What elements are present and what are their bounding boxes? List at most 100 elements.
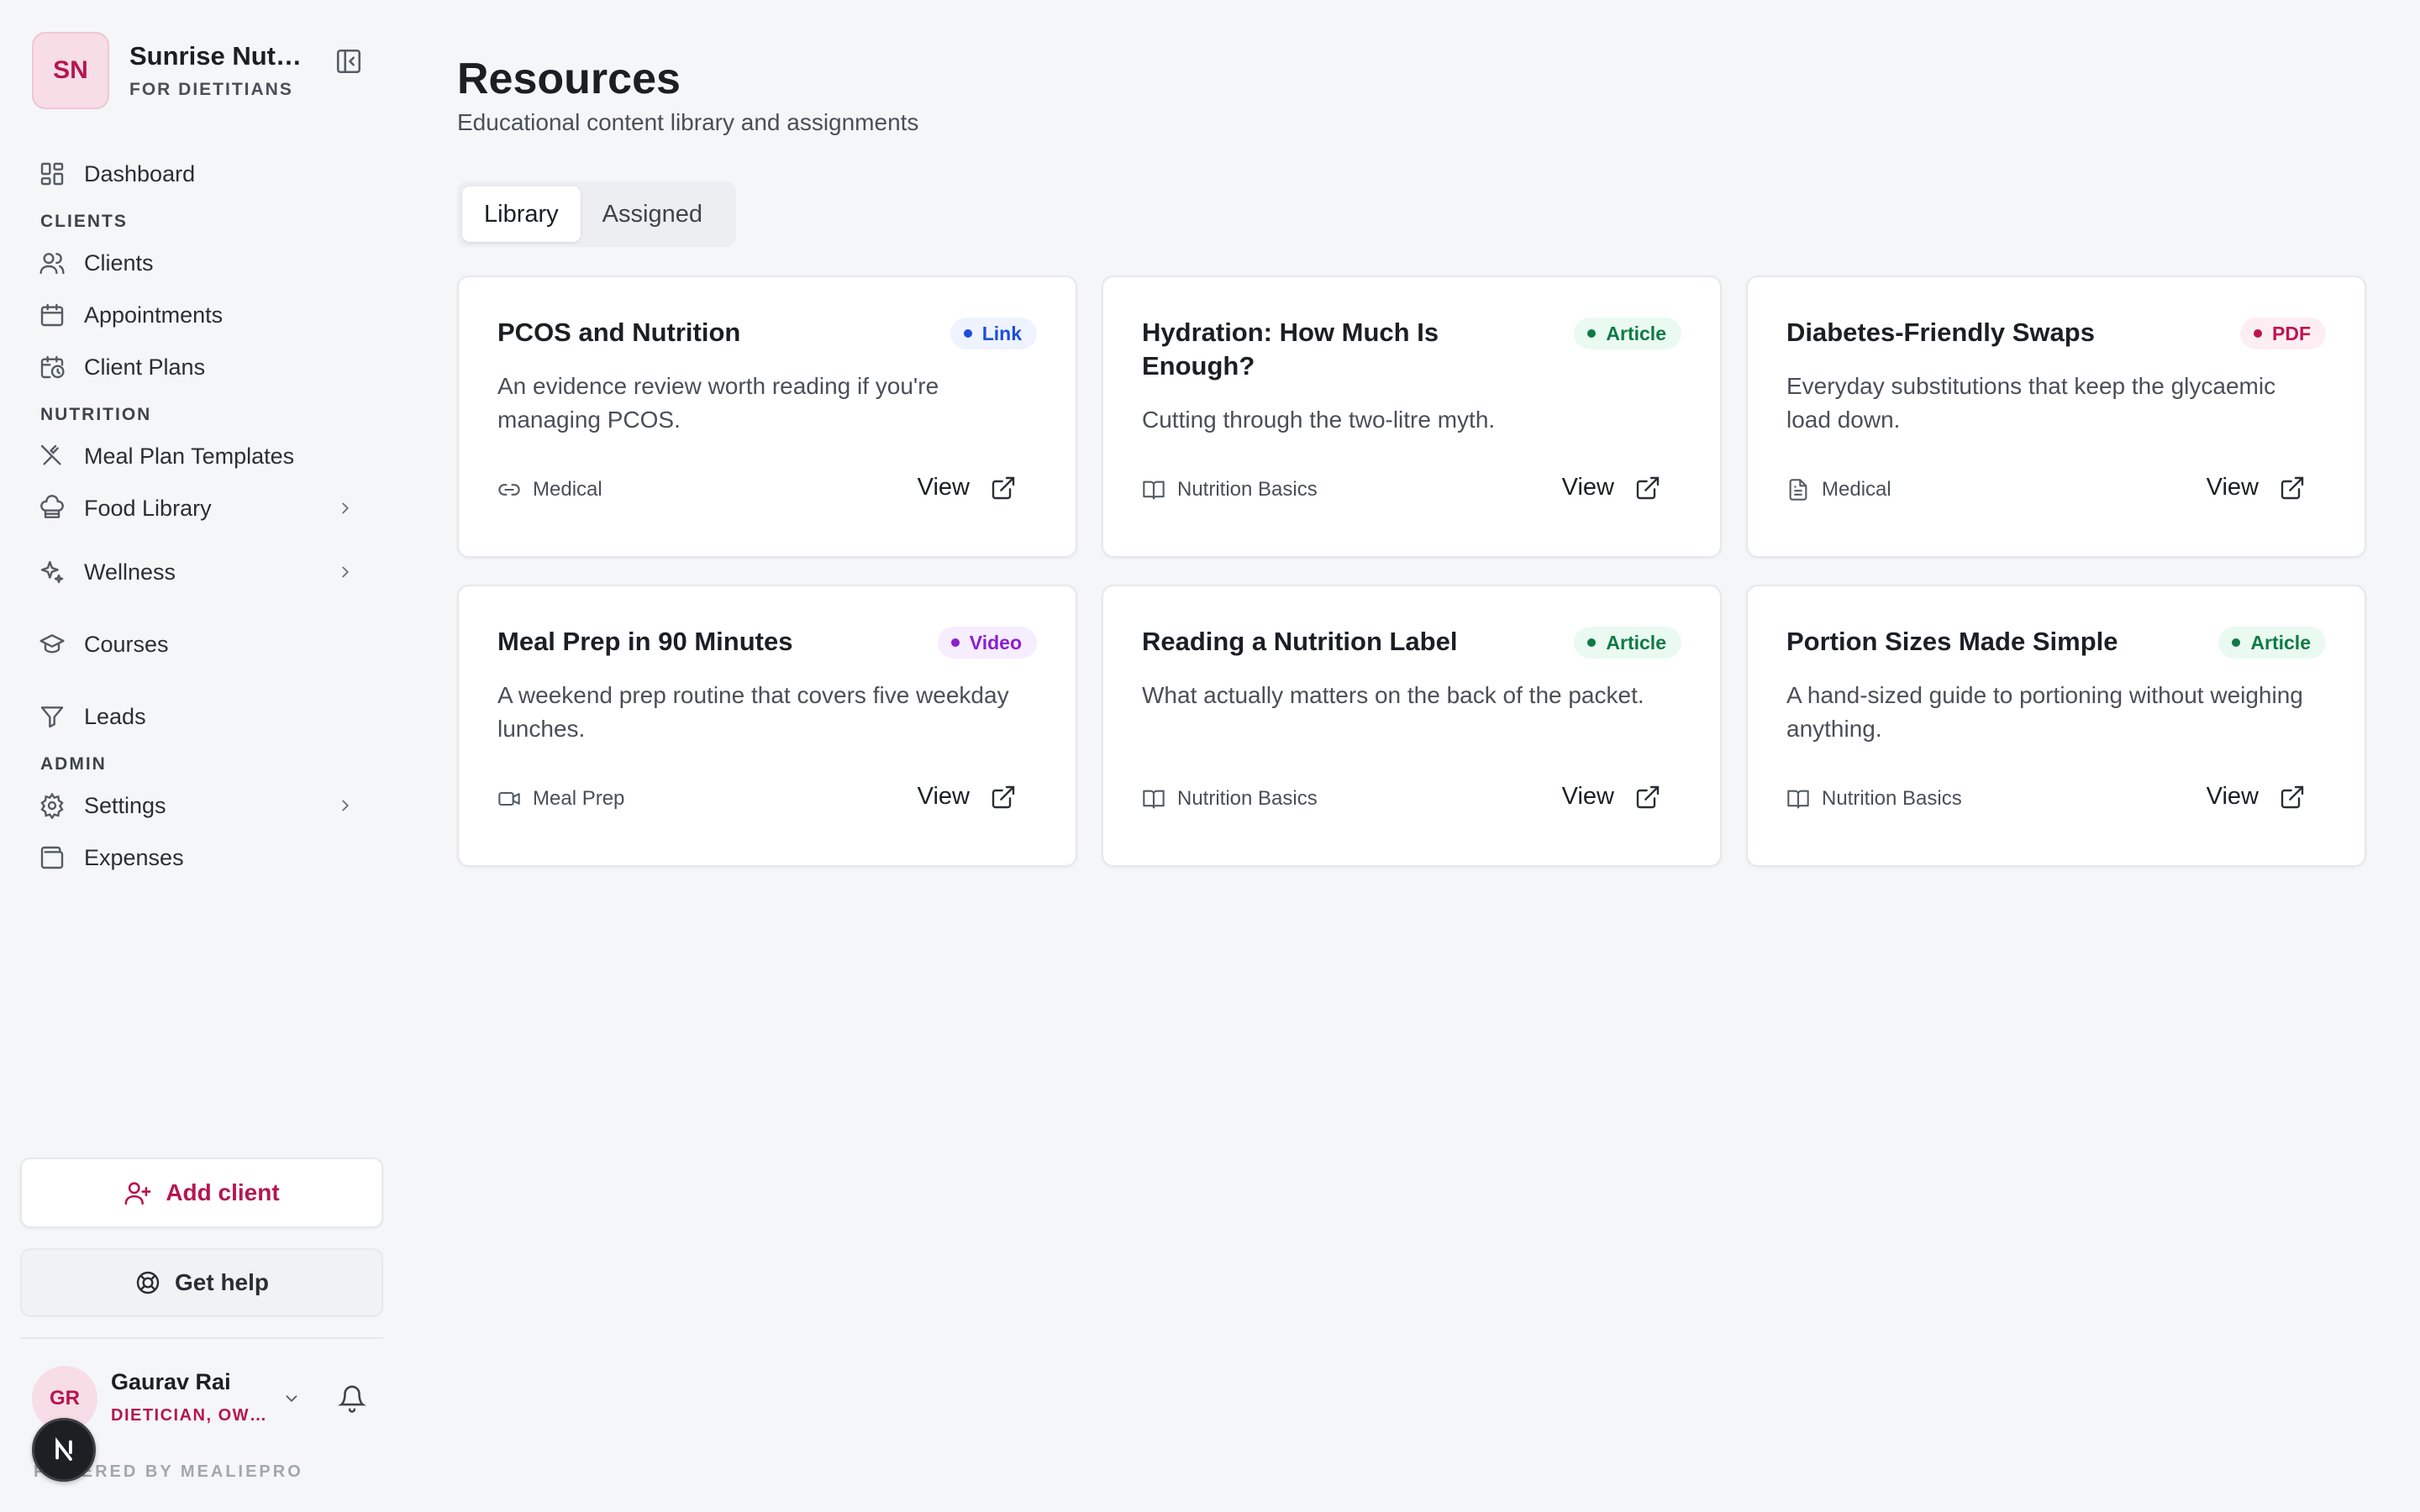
graduation-cap-icon: [39, 631, 66, 658]
next-dev-indicator-icon[interactable]: [32, 1418, 96, 1482]
tab-library[interactable]: Library: [462, 186, 581, 242]
sidebar-item-clients[interactable]: Clients: [20, 237, 380, 289]
users-icon: [39, 249, 66, 276]
resource-description: Everyday substitutions that keep the gly…: [1786, 373, 2276, 433]
dashboard-icon: [39, 160, 66, 187]
sidebar-item-dashboard[interactable]: Dashboard: [20, 148, 380, 200]
tab-assigned[interactable]: Assigned: [581, 186, 724, 242]
sidebar-item-expenses[interactable]: Expenses: [20, 832, 380, 884]
resource-type-badge: Article: [1574, 627, 1681, 659]
book-icon: [1786, 787, 1810, 811]
user-menu[interactable]: GR Gaurav Rai DIETICIAN, OWNER: [32, 1366, 385, 1433]
main-content: Resources Educational content library an…: [457, 0, 2420, 1512]
resource-category: Medical: [497, 478, 602, 501]
resource-title: Hydration: How Much Is Enough?: [1142, 318, 1439, 381]
sidebar-item-client-plans[interactable]: Client Plans: [20, 341, 380, 393]
resource-category: Medical: [1786, 478, 1891, 501]
badge-dot: [1587, 329, 1597, 338]
gear-icon: [39, 792, 66, 819]
category-label: Nutrition Basics: [1177, 478, 1318, 501]
category-label: Meal Prep: [533, 787, 625, 810]
sidebar-item-leads[interactable]: Leads: [20, 690, 380, 743]
view-label: View: [917, 474, 970, 501]
badge-label: PDF: [2272, 322, 2311, 344]
resource-card: Diabetes-Friendly Swaps PDF Everyday sub…: [1746, 276, 2366, 558]
user-plus-icon: [124, 1179, 152, 1207]
resource-type-badge: Link: [950, 318, 1037, 349]
video-icon: [497, 787, 521, 811]
bell-icon[interactable]: [338, 1384, 366, 1413]
view-button[interactable]: View: [1562, 783, 1661, 811]
external-link-icon: [990, 784, 1017, 811]
file-icon: [1786, 478, 1810, 501]
view-label: View: [2206, 783, 2259, 810]
sparkles-icon: [39, 559, 66, 585]
view-label: View: [1561, 783, 1614, 810]
sidebar-item-label: Settings: [84, 792, 166, 818]
resource-title: Portion Sizes Made Simple: [1786, 627, 2118, 656]
sidebar-divider: [20, 1337, 383, 1339]
sidebar-item-meal-plan-templates[interactable]: Meal Plan Templates: [20, 430, 380, 482]
sidebar-item-food-library[interactable]: Food Library: [20, 482, 380, 534]
sidebar-item-settings[interactable]: Settings: [20, 780, 380, 832]
resource-category: Nutrition Basics: [1142, 787, 1318, 811]
resource-card: Hydration: How Much Is Enough? Article C…: [1102, 276, 1722, 558]
sidebar-item-label: Appointments: [84, 302, 224, 328]
add-client-button[interactable]: Add client: [20, 1158, 383, 1228]
resource-description: A weekend prep routine that covers five …: [497, 682, 1009, 742]
get-help-button[interactable]: Get help: [20, 1248, 383, 1317]
view-button[interactable]: View: [2207, 783, 2306, 811]
external-link-icon: [2279, 475, 2306, 501]
user-role: DIETICIAN, OWNER: [111, 1406, 271, 1425]
resource-description: An evidence review worth reading if you'…: [497, 373, 939, 433]
badge-label: Article: [1606, 631, 1666, 654]
resource-card: Reading a Nutrition Label Article What a…: [1102, 585, 1722, 867]
badge-label: Video: [969, 631, 1022, 654]
resource-type-badge: PDF: [2240, 318, 2326, 349]
resource-title: Meal Prep in 90 Minutes: [497, 627, 793, 656]
brand-name: Sunrise Nutrition: [129, 41, 306, 71]
life-buoy-icon: [134, 1269, 161, 1296]
view-label: View: [2206, 474, 2259, 501]
brand[interactable]: SN Sunrise Nutrition FOR DIETITIANS: [32, 32, 306, 109]
view-button[interactable]: View: [918, 783, 1017, 811]
resource-description: What actually matters on the back of the…: [1142, 682, 1644, 708]
view-button[interactable]: View: [918, 474, 1017, 501]
category-label: Nutrition Basics: [1177, 787, 1318, 810]
category-label: Nutrition Basics: [1822, 787, 1962, 810]
tab-list: Library Assigned: [457, 181, 736, 247]
sidebar-collapse-icon[interactable]: [334, 47, 363, 76]
external-link-icon: [1634, 475, 1661, 501]
view-button[interactable]: View: [2207, 474, 2306, 501]
brand-avatar: SN: [32, 32, 109, 109]
sidebar-item-wellness[interactable]: Wellness: [20, 546, 380, 598]
resource-category: Meal Prep: [497, 787, 624, 811]
sidebar-item-appointments[interactable]: Appointments: [20, 289, 380, 341]
badge-dot: [1587, 638, 1597, 647]
resource-title: Reading a Nutrition Label: [1142, 627, 1458, 656]
resource-card: PCOS and Nutrition Link An evidence revi…: [457, 276, 1077, 558]
view-button[interactable]: View: [1562, 474, 1661, 501]
resource-description: A hand-sized guide to portioning without…: [1786, 682, 2303, 742]
sidebar-item-label: Clients: [84, 249, 154, 276]
badge-label: Article: [1606, 322, 1666, 344]
section-label-nutrition: NUTRITION: [40, 405, 152, 424]
sidebar-item-courses[interactable]: Courses: [20, 618, 380, 670]
brand-subtitle: FOR DIETITIANS: [129, 80, 293, 99]
section-label-clients: CLIENTS: [40, 212, 128, 231]
badge-dot: [963, 329, 972, 338]
sidebar-nav: Dashboard CLIENTS Clients Appointments C…: [20, 148, 380, 884]
resource-title: Diabetes-Friendly Swaps: [1786, 318, 2095, 347]
book-icon: [1142, 478, 1165, 501]
badge-label: Link: [981, 322, 1022, 344]
external-link-icon: [2279, 784, 2306, 811]
chevron-down-icon[interactable]: [282, 1389, 301, 1408]
user-name: Gaurav Rai: [111, 1369, 231, 1394]
sidebar-item-label: Leads: [84, 703, 146, 729]
external-link-icon: [1634, 784, 1661, 811]
calendar-clock-icon: [39, 354, 66, 381]
badge-dot: [950, 638, 960, 647]
add-client-label: Add client: [166, 1179, 280, 1205]
badge-label: Article: [2250, 631, 2311, 654]
category-label: Medical: [533, 478, 602, 501]
